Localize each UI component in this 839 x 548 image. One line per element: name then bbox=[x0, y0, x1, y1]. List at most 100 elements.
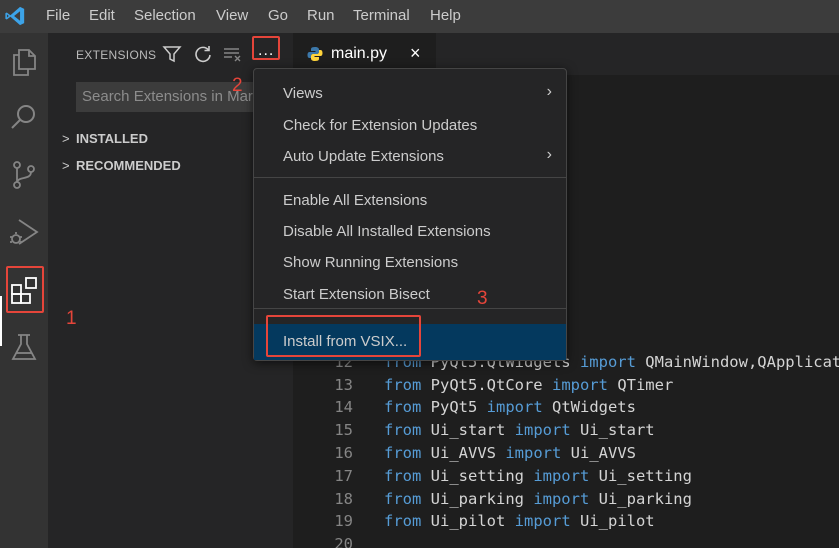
code-line[interactable]: 14 from PyQt5 import QtWidgets bbox=[293, 398, 839, 420]
menu-item-check-for-extension-updates[interactable]: Check for Extension Updates bbox=[254, 111, 566, 141]
code-token: Ui_start bbox=[570, 421, 655, 439]
menu-item-label: Auto Update Extensions bbox=[283, 148, 444, 165]
menu-file[interactable]: File bbox=[46, 7, 70, 24]
keyword-token: import bbox=[533, 490, 590, 508]
annotation-box-install-vsix bbox=[266, 315, 421, 357]
menu-item-label: Enable All Extensions bbox=[283, 192, 428, 209]
annotation-step-3: 3 bbox=[477, 288, 488, 309]
code-token: Ui_pilot bbox=[570, 512, 655, 530]
keyword-token: import bbox=[514, 512, 571, 530]
chevron-right-icon: > bbox=[62, 131, 70, 146]
section-label: INSTALLED bbox=[76, 131, 148, 146]
code-token: Ui_AVVS bbox=[561, 444, 636, 462]
code-line[interactable]: 19 from Ui_pilot import Ui_pilot bbox=[293, 512, 839, 534]
section-recommended[interactable]: > RECOMMENDED bbox=[62, 158, 181, 173]
section-installed[interactable]: > INSTALLED bbox=[62, 131, 148, 146]
line-number: 18 bbox=[334, 490, 353, 508]
line-number: 19 bbox=[334, 512, 353, 530]
vscode-logo-icon[interactable] bbox=[4, 5, 26, 27]
extensions-search-input[interactable]: Search Extensions in Marketplace bbox=[76, 82, 276, 112]
keyword-token: import bbox=[486, 398, 543, 416]
code-line[interactable]: 15 from Ui_start import Ui_start bbox=[293, 421, 839, 443]
menu-item-views[interactable]: Views › bbox=[254, 79, 566, 109]
code-text: from Ui_AVVS import Ui_AVVS bbox=[384, 444, 636, 462]
search-icon[interactable] bbox=[7, 101, 41, 135]
line-number: 15 bbox=[334, 421, 353, 439]
code-text: from Ui_setting import Ui_setting bbox=[384, 467, 692, 485]
section-label: RECOMMENDED bbox=[76, 158, 181, 173]
keyword-token: import bbox=[514, 421, 571, 439]
menu-edit[interactable]: Edit bbox=[89, 7, 115, 24]
keyword-token: from bbox=[384, 398, 422, 416]
code-text: from Ui_pilot import Ui_pilot bbox=[384, 512, 655, 530]
menu-help[interactable]: Help bbox=[430, 7, 461, 24]
menu-item-show-running-extensions[interactable]: Show Running Extensions bbox=[254, 248, 566, 278]
run-debug-icon[interactable] bbox=[7, 215, 41, 249]
menu-item-label: Show Running Extensions bbox=[283, 254, 459, 271]
annotation-step-2: 2 bbox=[232, 75, 243, 96]
explorer-icon[interactable] bbox=[7, 45, 41, 79]
annotation-box-extensions bbox=[6, 266, 44, 313]
menu-bar: File Edit Selection View Go Run Terminal… bbox=[0, 0, 839, 33]
code-token: Ui_parking bbox=[421, 490, 534, 508]
code-text: from Ui_start import Ui_start bbox=[384, 421, 655, 439]
chevron-right-icon: > bbox=[62, 158, 70, 173]
menu-item-disable-all-installed-extensions[interactable]: Disable All Installed Extensions bbox=[254, 217, 566, 247]
python-file-icon bbox=[307, 47, 323, 61]
code-token: PyQt5.QtCore bbox=[421, 376, 552, 394]
keyword-token: from bbox=[384, 376, 422, 394]
code-token: QtWidgets bbox=[542, 398, 636, 416]
menu-item-start-extension-bisect[interactable]: Start Extension Bisect bbox=[254, 280, 566, 310]
keyword-token: import bbox=[505, 444, 562, 462]
code-line[interactable]: 13 from PyQt5.QtCore import QTimer bbox=[293, 376, 839, 398]
code-text: from PyQt5.QtCore import QTimer bbox=[384, 376, 673, 394]
close-icon[interactable]: × bbox=[410, 43, 421, 64]
line-number: 20 bbox=[334, 535, 353, 548]
menu-item-label: Disable All Installed Extensions bbox=[283, 223, 491, 240]
menu-run[interactable]: Run bbox=[307, 7, 335, 24]
code-text: from Ui_parking import Ui_parking bbox=[384, 490, 692, 508]
refresh-icon[interactable] bbox=[193, 44, 213, 64]
chevron-right-icon: › bbox=[546, 83, 552, 100]
menu-item-label: Views bbox=[283, 85, 323, 102]
code-line[interactable]: 16 from Ui_AVVS import Ui_AVVS bbox=[293, 444, 839, 466]
line-number: 16 bbox=[334, 444, 353, 462]
menu-go[interactable]: Go bbox=[268, 7, 288, 24]
source-control-icon[interactable] bbox=[7, 158, 41, 192]
code-token: QMainWindow,QApplicati bbox=[635, 353, 839, 371]
code-token: Ui_pilot bbox=[421, 512, 515, 530]
menu-item-enable-all-extensions[interactable]: Enable All Extensions bbox=[254, 186, 566, 216]
code-line[interactable]: 18 from Ui_parking import Ui_parking bbox=[293, 490, 839, 512]
keyword-token: import bbox=[533, 467, 590, 485]
filter-icon[interactable] bbox=[162, 44, 182, 64]
keyword-token: from bbox=[384, 421, 422, 439]
code-line[interactable]: 20 bbox=[293, 535, 839, 548]
annotation-box-more-actions bbox=[252, 36, 280, 60]
menu-terminal[interactable]: Terminal bbox=[353, 7, 410, 24]
menu-item-label: Check for Extension Updates bbox=[283, 117, 478, 134]
menu-selection[interactable]: Selection bbox=[134, 7, 196, 24]
code-token: Ui_setting bbox=[589, 467, 692, 485]
active-indicator bbox=[0, 296, 2, 346]
tab-label: main.py bbox=[331, 45, 388, 62]
menu-item-auto-update-extensions[interactable]: Auto Update Extensions › bbox=[254, 142, 566, 172]
chevron-right-icon: › bbox=[546, 146, 552, 163]
menu-separator bbox=[254, 308, 566, 309]
code-token: Ui_AVVS bbox=[421, 444, 506, 462]
keyword-token: from bbox=[384, 512, 422, 530]
clear-icon[interactable] bbox=[222, 44, 242, 64]
keyword-token: from bbox=[384, 467, 422, 485]
keyword-token: from bbox=[384, 444, 422, 462]
code-token: Ui_start bbox=[421, 421, 515, 439]
annotation-step-1: 1 bbox=[66, 308, 77, 329]
code-token: PyQt5 bbox=[421, 398, 487, 416]
menu-view[interactable]: View bbox=[216, 7, 248, 24]
code-line[interactable]: 17 from Ui_setting import Ui_setting bbox=[293, 467, 839, 489]
sidebar-title: EXTENSIONS bbox=[76, 48, 157, 62]
testing-icon[interactable] bbox=[7, 330, 41, 364]
keyword-token: import bbox=[579, 353, 636, 371]
keyword-token: import bbox=[551, 376, 608, 394]
code-token: Ui_parking bbox=[589, 490, 692, 508]
menu-item-label: Start Extension Bisect bbox=[283, 286, 430, 303]
keyword-token: from bbox=[384, 490, 422, 508]
